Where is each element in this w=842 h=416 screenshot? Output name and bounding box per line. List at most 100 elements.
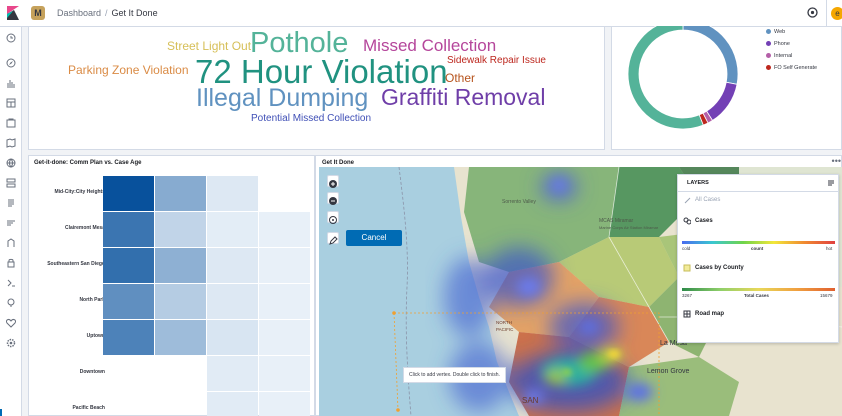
word-parking-zone-violation[interactable]: Parking Zone Violation [68,64,189,76]
word-other[interactable]: Other [445,72,475,84]
layer-cases-label: Cases [695,218,713,224]
heatmap-layer-icon [683,217,691,225]
uptime-icon[interactable] [6,238,16,248]
siem-icon[interactable] [6,258,16,268]
breadcrumb-current: Get It Done [111,8,158,18]
zoom-out-button[interactable] [327,192,339,205]
heatmap-row-label: Uptown [86,333,105,339]
dashboard-icon[interactable] [6,98,16,108]
tile-layer-icon [683,310,691,318]
layer-road-map-label: Road map [695,311,725,317]
heatmap-row-label: Southeastern San Diego [47,261,105,267]
layer-cases-by-county[interactable]: Cases by County [695,265,744,271]
legend-phone-swatch [766,41,771,47]
layers-menu-icon[interactable] [827,179,835,187]
map-panel-title: Get It Done [322,160,355,166]
panel-options-icon[interactable]: ••• [832,157,841,166]
dev-tools-icon[interactable] [6,278,16,288]
user-avatar[interactable]: e [831,7,842,20]
breadcrumb-dashboard[interactable]: Dashboard [57,8,101,18]
place-north: NORTH [496,320,512,325]
globe-icon[interactable] [6,158,16,168]
zoom-in-button[interactable] [327,175,339,188]
county-legend-min: 3267 [682,293,693,298]
breadcrumb-separator: / [105,8,108,18]
header-divider [826,0,827,27]
kibana-logo-icon[interactable] [6,6,20,20]
legend-fo-self-generate[interactable]: FO Self Generate [766,65,817,71]
hidden-layer-icon [684,197,691,204]
layer-all-cases[interactable]: All Cases [695,197,720,203]
side-nav [0,27,22,416]
compass-icon[interactable] [6,58,16,68]
heartbeat-icon[interactable] [6,318,16,328]
heatmap-title: Get-it-done: Comm Plan vs. Case Age [34,160,142,166]
nav-active-marker [0,409,2,416]
word-street-light-out[interactable]: Street Light Out [167,40,251,52]
donut-segments [627,26,739,130]
legend-internal-swatch [766,53,771,59]
crosshair-icon [329,216,337,224]
legend-web-label: Web [774,29,786,35]
apm-icon[interactable] [6,218,16,228]
top-bar: M Dashboard / Get It Done e [0,0,842,27]
logs-icon[interactable] [6,198,16,208]
cases-gradient [682,241,835,244]
word-missed-collection[interactable]: Missed Collection [363,37,496,54]
minus-icon [329,197,337,205]
layer-cases-by-county-label: Cases by County [695,265,744,271]
heatmap-row-label: North Park [79,297,105,303]
cases-legend-max: hot [826,246,833,251]
word-sidewalk-repair-issue[interactable]: Sidewalk Repair Issue [447,56,546,66]
management-gear-icon[interactable] [6,338,16,348]
donut-slice-web[interactable] [682,26,739,85]
layers-panel: LAYERS All Cases Cases cold count hot Ca… [677,174,839,343]
layer-cases[interactable]: Cases [695,218,713,224]
draw-tool-button[interactable] [327,232,339,245]
donut-panel [611,26,842,150]
layers-divider [678,191,838,192]
cancel-button[interactable]: Cancel [346,230,402,246]
word-graffiti-removal[interactable]: Graffiti Removal [381,86,545,109]
place-mcas-miramar: MCAS Miramar [599,218,634,224]
donut-slice-segment-4[interactable] [627,26,704,130]
word-potential-missed-collection[interactable]: Potential Missed Collection [251,114,371,124]
donut-slice-phone[interactable] [706,81,738,121]
legend-web-swatch [766,29,771,35]
legend-phone-label: Phone [774,41,790,47]
infrastructure-icon[interactable] [6,178,16,188]
canvas-icon[interactable] [6,118,16,128]
help-icon[interactable] [807,7,818,18]
layers-title: LAYERS [687,180,709,186]
stack-monitoring-icon[interactable] [6,298,16,308]
draw-tooltip: Click to add vertex. Double click to fin… [403,367,506,383]
word-cloud-panel: Street Light Out Pothole Missed Collecti… [28,26,605,150]
visualize-icon[interactable] [6,78,16,88]
heatmap-row-label: Clairemont Mesa [64,225,105,231]
fit-to-data-button[interactable] [327,211,339,224]
clock-icon[interactable] [6,33,16,43]
layer-road-map[interactable]: Road map [695,311,724,317]
word-illegal-dumping[interactable]: Illegal Dumping [196,86,368,111]
place-marine-corps-air-station: Marine Corps Air Station Miramar [599,225,659,230]
legend-web[interactable]: Web [766,29,785,35]
layer-all-cases-label: All Cases [695,197,721,203]
county-layer-icon [683,264,691,272]
county-gradient [682,288,835,291]
place-pacific: PACIFIC [496,327,514,332]
county-legend-mid: Total Cases [744,293,769,298]
maps-icon[interactable] [6,138,16,148]
space-avatar[interactable]: M [31,6,45,20]
heatmap-row-label: Mid-City:City Heights [54,189,105,195]
heatmap-row-label: Downtown [79,369,105,375]
legend-phone[interactable]: Phone [766,41,790,47]
cases-legend-min: cold [682,246,691,251]
legend-fo-label: FO Self Generate [774,65,818,71]
county-legend-max: 15679 [820,293,833,298]
cases-legend-mid: count [751,246,764,251]
legend-internal[interactable]: Internal [766,53,792,59]
legend-internal-label: Internal [774,53,793,59]
heatmap-row-label: Pacific Beach [72,405,105,411]
place-lemon-grove: Lemon Grove [647,368,690,375]
plus-icon [329,180,337,188]
